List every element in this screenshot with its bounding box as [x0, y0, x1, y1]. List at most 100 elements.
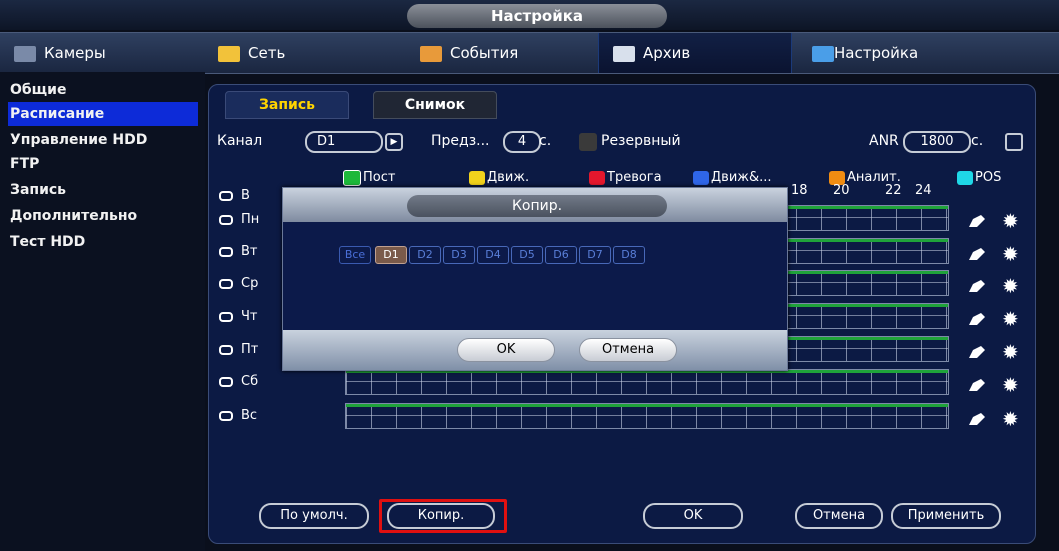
backup-checkbox[interactable]	[579, 133, 597, 151]
toggle-icon	[219, 344, 233, 355]
legend-alarm[interactable]: Тревога	[589, 169, 662, 187]
color-swatch	[469, 170, 485, 185]
legend-continuous[interactable]: Пост	[343, 169, 395, 187]
day-row-mon[interactable]: Пн	[219, 209, 259, 231]
channel-d1-button[interactable]: D1	[375, 246, 407, 264]
legend-label: Пост	[363, 170, 396, 185]
channel-all-button[interactable]: Все	[339, 246, 371, 264]
default-button[interactable]: По умолч.	[259, 503, 369, 529]
sidebar-item-advanced[interactable]: Дополнительно	[8, 204, 198, 228]
sidebar-item-record[interactable]: Запись	[8, 178, 198, 202]
day-label: Пн	[241, 212, 260, 227]
gear-icon[interactable]: ✹	[1002, 409, 1019, 429]
day-row-fri[interactable]: Пт	[219, 339, 258, 361]
sidebar-item-ftp[interactable]: FTP	[8, 152, 198, 176]
day-row-wed[interactable]: Ср	[219, 273, 258, 295]
day-row-sat[interactable]: Сб	[219, 371, 258, 393]
dialog-ok-button[interactable]: OK	[457, 338, 555, 362]
network-icon	[218, 45, 240, 62]
nav-tab-label: События	[450, 44, 519, 62]
toggle-icon	[219, 311, 233, 322]
apply-button[interactable]: Применить	[891, 503, 1001, 529]
gear-icon[interactable]: ✹	[1002, 375, 1019, 395]
day-row-tue[interactable]: Вт	[219, 241, 258, 263]
hour-label: 24	[915, 183, 932, 198]
edit-icon[interactable]	[969, 413, 985, 425]
channel-d5-button[interactable]: D5	[511, 246, 543, 264]
channel-select[interactable]: D1	[305, 131, 383, 153]
sidebar-item-hdd-test[interactable]: Тест HDD	[8, 230, 198, 254]
day-row-sun[interactable]: Вс	[219, 405, 257, 427]
legend-label: POS	[975, 170, 1002, 185]
tab-snapshot[interactable]: Снимок	[373, 91, 497, 119]
nav-tab-network[interactable]: Сеть	[218, 33, 398, 73]
day-row-all[interactable]: В	[219, 185, 250, 207]
nav-tab-label: Архив	[643, 44, 691, 62]
nav-tab-archive[interactable]: Архив	[598, 33, 792, 73]
ok-button[interactable]: OK	[643, 503, 743, 529]
camera-icon	[14, 45, 36, 62]
schedule-bar[interactable]	[345, 369, 949, 395]
events-icon	[420, 45, 442, 62]
day-label: Пт	[241, 342, 259, 357]
cancel-button[interactable]: Отмена	[795, 503, 883, 529]
chevron-down-icon[interactable]: ▶	[385, 133, 403, 151]
dialog-title-bar: Копир.	[283, 188, 787, 222]
nav-tab-settings[interactable]: Настройка	[812, 33, 992, 73]
sidebar-item-schedule[interactable]: Расписание	[8, 102, 198, 126]
edit-icon[interactable]	[969, 215, 985, 227]
copy-button[interactable]: Копир.	[387, 503, 495, 529]
nav-tab-events[interactable]: События	[420, 33, 580, 73]
day-row-thu[interactable]: Чт	[219, 306, 258, 328]
prerecord-input[interactable]: 4	[503, 131, 541, 153]
day-label: Чт	[241, 309, 258, 324]
anr-checkbox[interactable]	[1005, 133, 1023, 151]
tab-record[interactable]: Запись	[225, 91, 349, 119]
legend-pos[interactable]: POS	[957, 169, 1001, 187]
gear-icon[interactable]: ✹	[1002, 309, 1019, 329]
settings-icon	[812, 45, 834, 62]
toggle-icon	[219, 246, 233, 257]
anr-unit: с.	[971, 133, 984, 149]
anr-label: ANR	[869, 133, 899, 149]
color-swatch	[589, 170, 605, 185]
channel-d7-button[interactable]: D7	[579, 246, 611, 264]
legend-motion[interactable]: Движ.	[469, 169, 529, 187]
channel-d4-button[interactable]: D4	[477, 246, 509, 264]
dialog-cancel-button[interactable]: Отмена	[579, 338, 677, 362]
copy-dialog: Копир. Все D1 D2 D3 D4 D5 D6 D7 D8 OK От…	[282, 187, 788, 371]
channel-d3-button[interactable]: D3	[443, 246, 475, 264]
edit-icon[interactable]	[969, 346, 985, 358]
day-label: Сб	[241, 374, 259, 389]
hour-label: 18	[791, 183, 808, 198]
checkbox-icon	[343, 169, 361, 186]
toggle-icon	[219, 278, 233, 289]
schedule-bar[interactable]	[345, 403, 949, 429]
nav-tab-cameras[interactable]: Камеры	[14, 33, 194, 73]
channel-d6-button[interactable]: D6	[545, 246, 577, 264]
channel-d2-button[interactable]: D2	[409, 246, 441, 264]
sidebar-item-hdd-management[interactable]: Управление HDD	[8, 128, 198, 152]
legend-label: Тревога	[607, 170, 662, 185]
day-label: Вс	[241, 408, 258, 423]
gear-icon[interactable]: ✹	[1002, 244, 1019, 264]
anr-input[interactable]: 1800	[903, 131, 971, 153]
window-title: Настройка	[407, 4, 667, 28]
gear-icon[interactable]: ✹	[1002, 211, 1019, 231]
channel-d8-button[interactable]: D8	[613, 246, 645, 264]
gear-icon[interactable]: ✹	[1002, 342, 1019, 362]
channel-value: D1	[317, 134, 336, 149]
backup-label: Резервный	[601, 133, 681, 149]
legend-motion-alarm[interactable]: Движ&...	[693, 169, 772, 187]
channel-label: Канал	[217, 133, 263, 149]
edit-icon[interactable]	[969, 280, 985, 292]
gear-icon[interactable]: ✹	[1002, 276, 1019, 296]
nav-tab-label: Камеры	[44, 44, 106, 62]
edit-icon[interactable]	[969, 248, 985, 260]
sidebar-item-general[interactable]: Общие	[8, 78, 198, 102]
edit-icon[interactable]	[969, 313, 985, 325]
toggle-icon	[219, 410, 233, 421]
legend-label: Движ&...	[711, 170, 772, 185]
edit-icon[interactable]	[969, 379, 985, 391]
color-swatch	[957, 170, 973, 185]
